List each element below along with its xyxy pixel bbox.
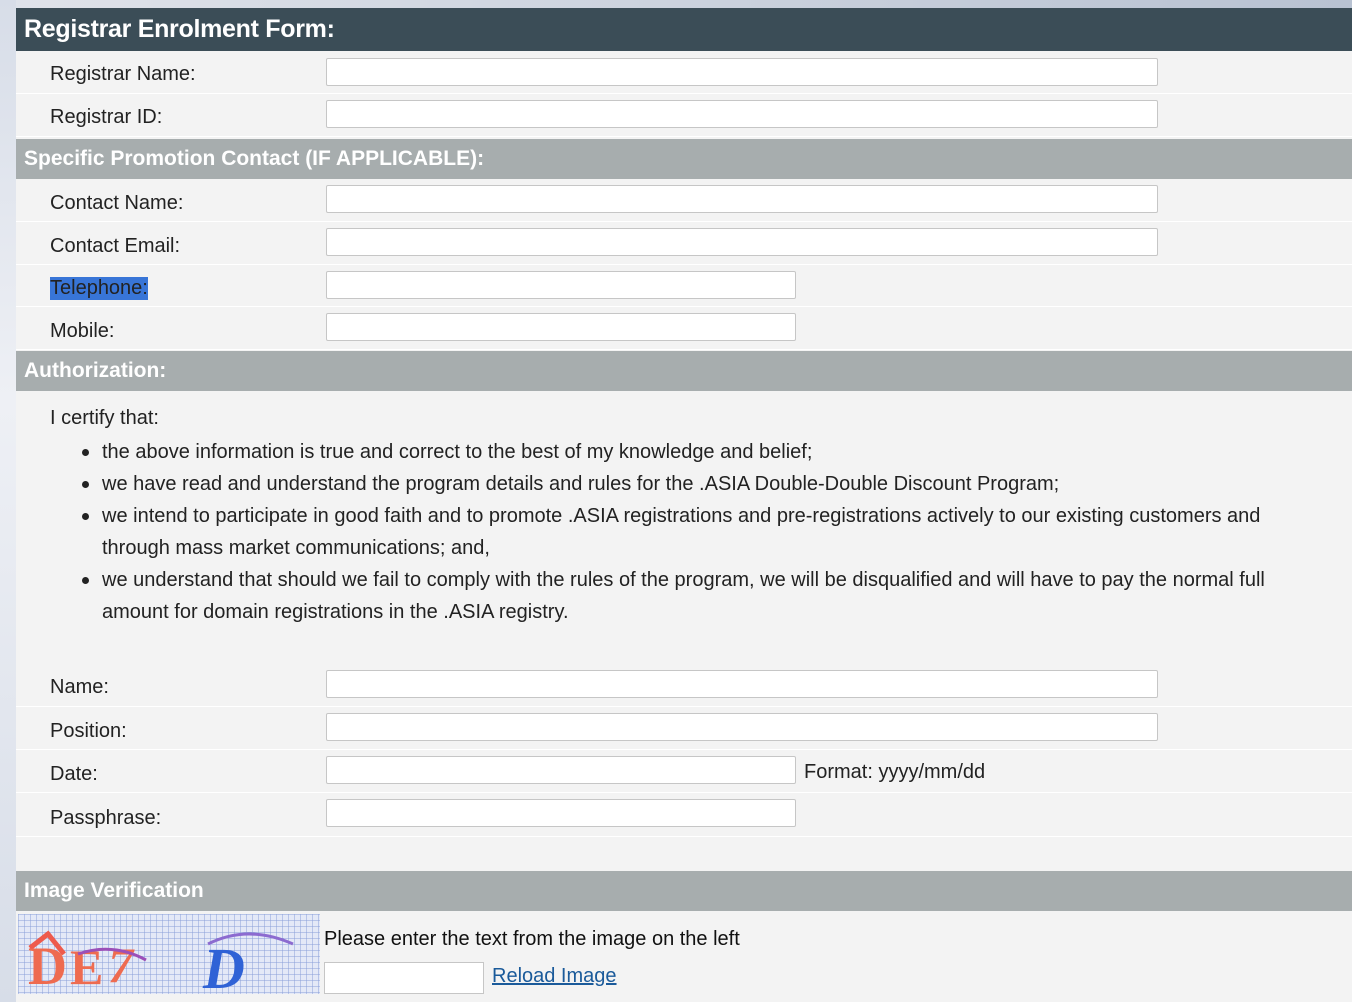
window-top-border: [0, 0, 1352, 8]
telephone-input[interactable]: [326, 271, 796, 299]
svg-text:D: D: [28, 936, 67, 994]
date-input[interactable]: [326, 756, 796, 784]
contact-section-header: Specific Promotion Contact (IF APPLICABL…: [16, 139, 1352, 179]
mobile-label: Mobile:: [50, 320, 115, 342]
registrar-name-label: Registrar Name:: [50, 63, 196, 85]
registrar-enrolment-form: Registrar Enrolment Form: Registrar Name…: [16, 8, 1352, 1002]
telephone-row: Telephone:: [16, 265, 1352, 307]
certify-item: we understand that should we fail to com…: [82, 564, 1322, 628]
signer-name-label: Name:: [50, 676, 109, 698]
telephone-label: Telephone:: [50, 277, 148, 300]
authorization-header: Authorization:: [16, 351, 1352, 391]
mobile-input[interactable]: [326, 313, 796, 341]
captcha-input[interactable]: [324, 962, 484, 994]
certify-intro: I certify that:: [50, 407, 159, 429]
date-label: Date:: [50, 763, 98, 785]
contact-name-input[interactable]: [326, 185, 1158, 213]
contact-name-label: Contact Name:: [50, 192, 184, 214]
certify-item: we have read and understand the program …: [82, 468, 1322, 500]
captcha-instruction: Please enter the text from the image on …: [324, 928, 740, 950]
registrar-id-label: Registrar ID:: [50, 106, 163, 128]
mobile-row: Mobile:: [16, 307, 1352, 350]
svg-text:E: E: [70, 939, 103, 994]
registrar-name-input[interactable]: [326, 58, 1158, 86]
captcha-image: D E 7 D: [18, 914, 320, 994]
reload-image-link[interactable]: Reload Image: [492, 965, 617, 988]
position-input[interactable]: [326, 713, 1158, 741]
position-label: Position:: [50, 720, 127, 742]
date-format-hint: Format: yyyy/mm/dd: [804, 761, 986, 783]
position-row: Position:: [16, 707, 1352, 750]
registrar-name-row: Registrar Name:: [16, 51, 1352, 94]
registrar-id-input[interactable]: [326, 100, 1158, 128]
date-row: Date: Format: yyyy/mm/dd: [16, 750, 1352, 793]
certify-list: the above information is true and correc…: [82, 436, 1322, 628]
svg-text:7: 7: [108, 937, 135, 993]
contact-email-input[interactable]: [326, 228, 1158, 256]
signer-name-input[interactable]: [326, 670, 1158, 698]
authorization-statement: I certify that: the above information is…: [16, 392, 1352, 662]
certify-item: we intend to participate in good faith a…: [82, 500, 1322, 564]
certify-item: the above information is true and correc…: [82, 436, 1322, 468]
contact-email-label: Contact Email:: [50, 235, 181, 257]
window-left-border: [0, 0, 16, 1002]
passphrase-input[interactable]: [326, 799, 796, 827]
image-verification-header: Image Verification: [16, 871, 1352, 911]
passphrase-label: Passphrase:: [50, 807, 162, 829]
contact-name-row: Contact Name:: [16, 179, 1352, 222]
registrar-id-row: Registrar ID:: [16, 94, 1352, 137]
form-title: Registrar Enrolment Form:: [16, 8, 1352, 51]
contact-email-row: Contact Email:: [16, 222, 1352, 265]
passphrase-row: Passphrase:: [16, 793, 1352, 837]
signer-name-row: Name:: [16, 664, 1352, 707]
